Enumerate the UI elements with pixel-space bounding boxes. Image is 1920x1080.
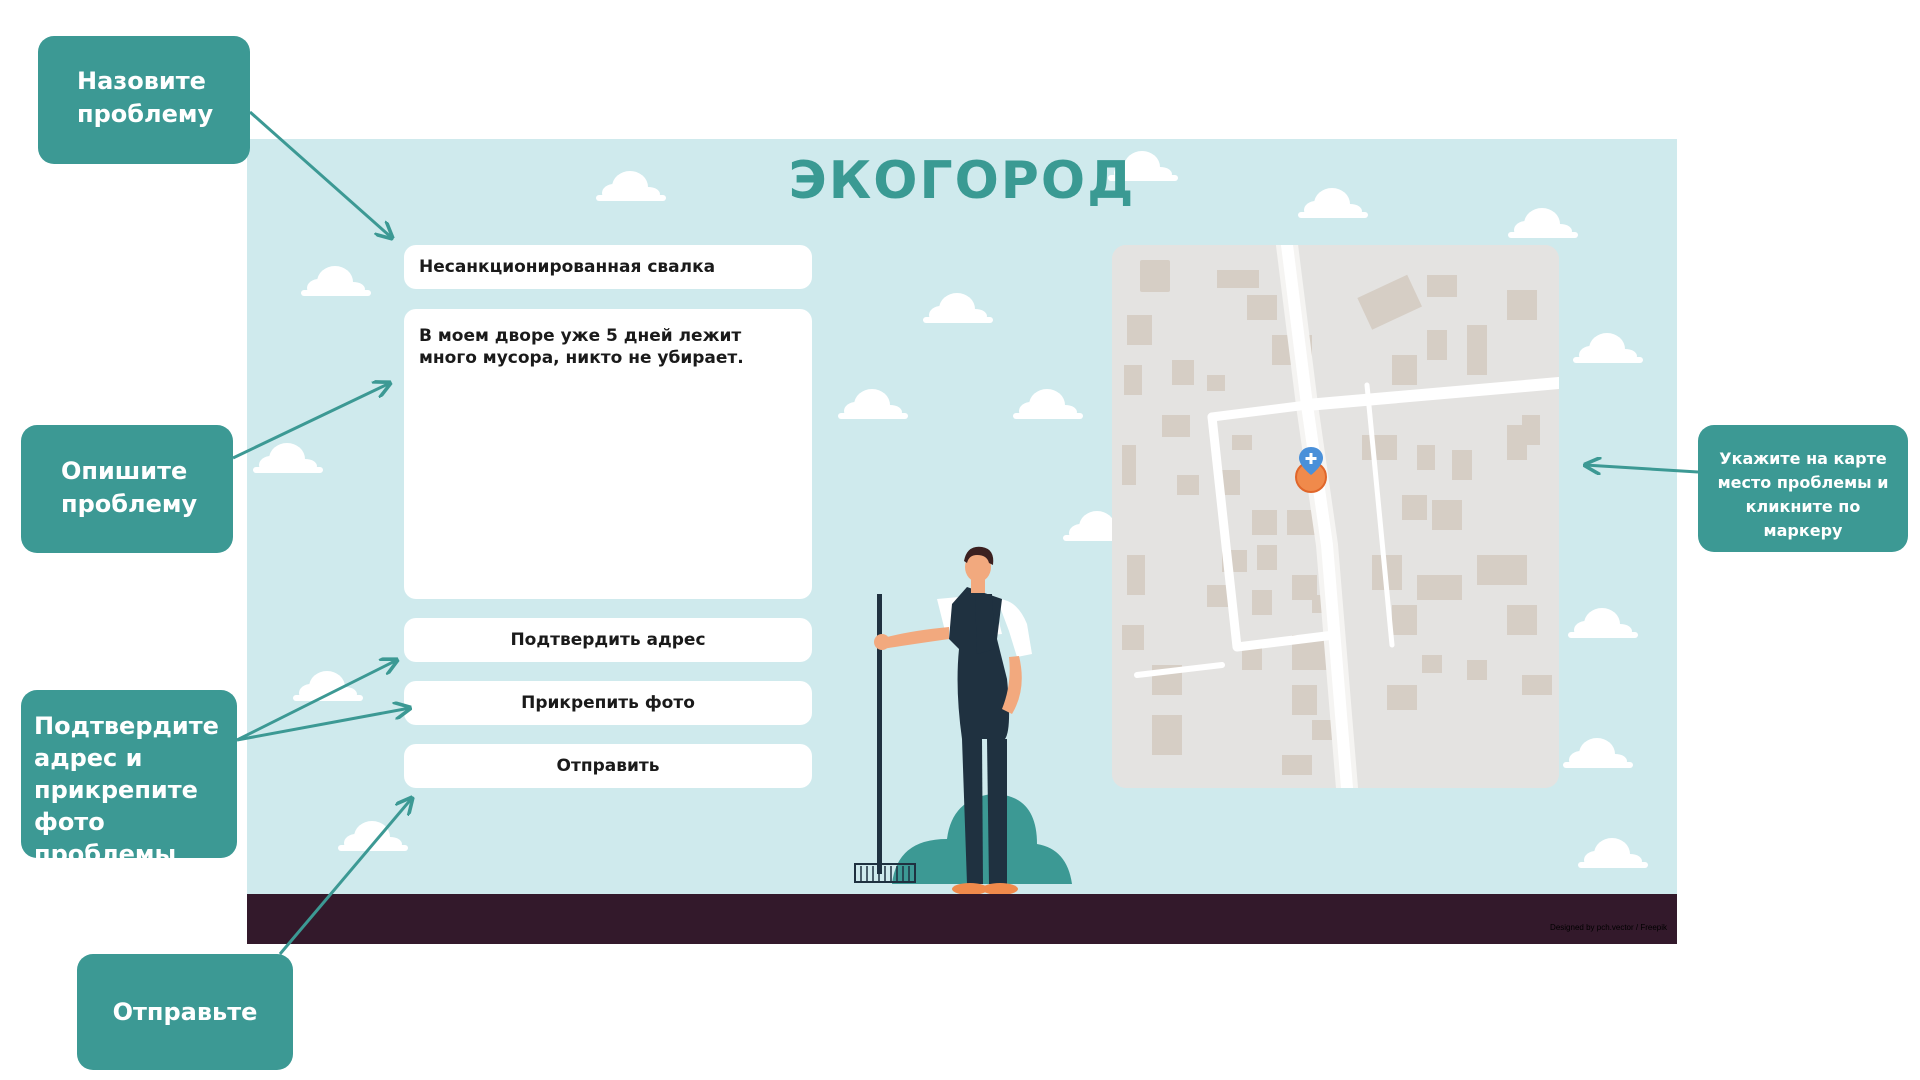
- cloud-decoration: [293, 671, 363, 701]
- map-marker[interactable]: [1293, 445, 1329, 495]
- cloud-decoration: [838, 389, 908, 419]
- callout-confirm-address: Подтвердите адрес и прикрепите фото проб…: [21, 690, 237, 868]
- app-screen: ЭКОГОРОД Несанкционированная свалка В мо…: [247, 139, 1677, 944]
- map-view[interactable]: [1112, 245, 1559, 788]
- cloud-decoration: [253, 443, 323, 473]
- ground-strip: [247, 894, 1677, 944]
- submit-button[interactable]: Отправить: [404, 744, 812, 788]
- app-logo: ЭКОГОРОД: [788, 151, 1136, 211]
- cloud-decoration: [923, 293, 993, 323]
- callout-map: Укажите на карте место проблемы и кликни…: [1698, 425, 1908, 552]
- cloud-decoration: [338, 821, 408, 851]
- callout-describe-problem: Опишите проблему: [21, 425, 233, 553]
- cloud-decoration: [1013, 389, 1083, 419]
- callout-send: Отправьте: [77, 954, 293, 1070]
- problem-title-input[interactable]: Несанкционированная свалка: [404, 245, 812, 289]
- cleaner-illustration: [854, 546, 1072, 895]
- cloud-decoration: [301, 266, 371, 296]
- cloud-decoration: [1573, 333, 1643, 363]
- cloud-decoration: [1563, 738, 1633, 768]
- problem-description-textarea[interactable]: В моем дворе уже 5 дней лежит много мусо…: [404, 309, 812, 599]
- confirm-address-button[interactable]: Подтвердить адрес: [404, 618, 812, 662]
- image-credit: Designed by pch.vector / Freepik: [1550, 923, 1667, 932]
- map-tiles: [1112, 245, 1559, 788]
- cloud-decoration: [1568, 608, 1638, 638]
- cloud-decoration: [1578, 838, 1648, 868]
- attach-photo-button[interactable]: Прикрепить фото: [404, 681, 812, 725]
- callout-name-problem: Назовите проблему: [38, 36, 250, 164]
